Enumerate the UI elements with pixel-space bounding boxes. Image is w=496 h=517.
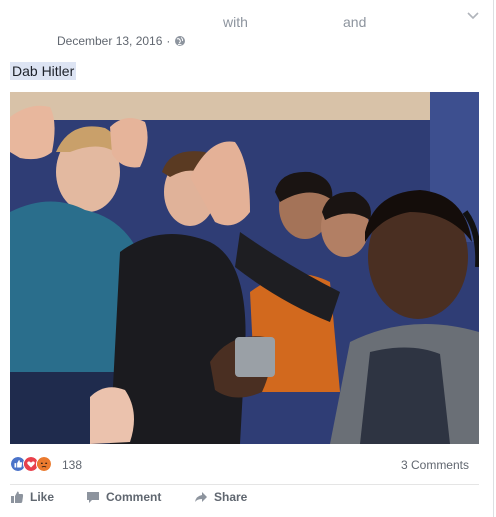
thumbs-up-icon (11, 491, 24, 503)
comment-label: Comment (106, 490, 162, 504)
post-text: Dab Hitler (10, 62, 77, 80)
post-photo[interactable] (10, 92, 479, 444)
group-selfie-image (10, 92, 479, 444)
actions-divider (10, 484, 479, 485)
like-button[interactable]: Like (10, 490, 54, 504)
like-label: Like (30, 490, 55, 504)
post-date[interactable]: December 13, 2016 (57, 34, 162, 48)
post-meta: December 13, 2016 · (57, 34, 186, 48)
comment-button[interactable]: Comment (86, 490, 161, 504)
post-header: with and December 13, 2016 · (10, 6, 484, 52)
reaction-icons[interactable] (10, 456, 52, 472)
post-card: with and December 13, 2016 · Dab Hitler (0, 0, 494, 517)
post-header-line: with and (10, 12, 470, 32)
reactions-bar: 138 3 Comments (10, 456, 474, 474)
angry-reaction-icon (36, 456, 52, 472)
share-label: Share (214, 490, 248, 504)
comment-icon (87, 492, 99, 503)
share-button[interactable]: Share (194, 490, 247, 504)
globe-icon[interactable] (174, 35, 186, 47)
chevron-down-icon[interactable] (466, 10, 480, 22)
post-actions: Like Comment Share (10, 490, 479, 510)
meta-separator: · (166, 34, 171, 48)
comments-count-link[interactable]: 3 Comments (401, 458, 469, 472)
header-and-text: and (343, 14, 367, 30)
reaction-count[interactable]: 138 (62, 458, 82, 472)
share-arrow-icon (195, 492, 207, 502)
header-with-text: with (223, 14, 248, 30)
